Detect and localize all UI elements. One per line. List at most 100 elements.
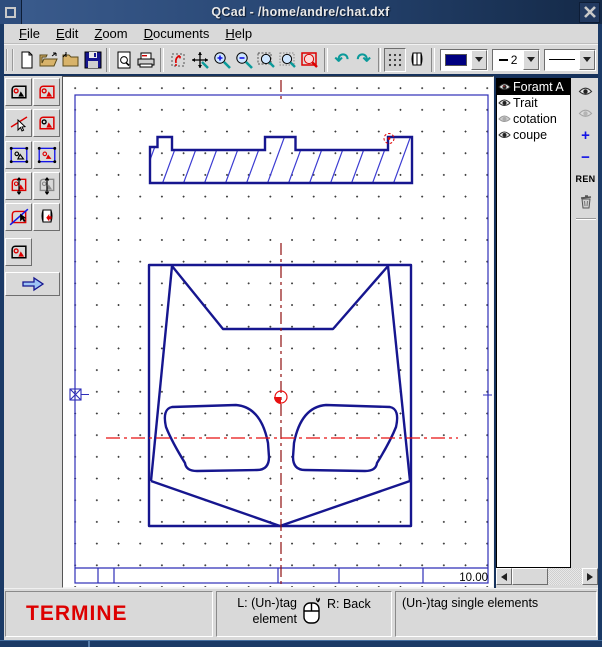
tag-single-icon	[9, 244, 29, 260]
toolbar-handle[interactable]	[6, 49, 14, 71]
print-preview-button[interactable]	[113, 48, 135, 72]
tag-element-button[interactable]	[33, 109, 60, 137]
tag-all-button[interactable]	[33, 78, 60, 106]
eye-closed-icon	[498, 114, 511, 124]
menu-help[interactable]: Help	[222, 24, 265, 43]
chevron-down-icon	[583, 57, 591, 62]
edge-marker-left	[70, 389, 89, 400]
mouse-help-cell: L: (Un-)tag element R: Back	[216, 591, 392, 637]
eye-icon	[578, 86, 593, 97]
open-icon	[39, 51, 59, 69]
pan-icon	[190, 50, 210, 70]
zoom-out-button[interactable]	[233, 48, 255, 72]
layer-row[interactable]: cotation	[497, 111, 570, 127]
color-dropdown-button[interactable]	[471, 50, 487, 70]
mouse-left-help: L: (Un-)tag element	[237, 596, 297, 636]
menu-zoom[interactable]: Zoom	[91, 24, 140, 43]
new-button[interactable]	[16, 48, 38, 72]
zoom-in-icon	[212, 50, 232, 70]
line-width-combobox[interactable]: 2	[492, 49, 540, 71]
window-title: QCad - /home/andre/chat.dxf	[22, 5, 579, 19]
redraw-icon	[169, 51, 187, 69]
tag-layer-button[interactable]	[33, 203, 60, 231]
untag-all-button[interactable]	[5, 78, 32, 106]
invert-tag-icon	[9, 208, 29, 226]
zoom-auto-button[interactable]	[277, 48, 299, 72]
folder-import-button[interactable]	[60, 48, 82, 72]
layer-name: Trait	[513, 96, 538, 110]
pick-element-icon	[9, 114, 29, 132]
zoom-window-icon	[256, 50, 276, 70]
layer-row[interactable]: coupe	[497, 127, 570, 143]
layers-icon	[408, 51, 426, 69]
main-toolbar: ↶ ↷ 2	[4, 44, 598, 74]
width-dropdown-button[interactable]	[523, 50, 539, 70]
scrollbar-track[interactable]	[548, 568, 582, 585]
open-button[interactable]	[38, 48, 60, 72]
layer-name: cotation	[513, 112, 557, 126]
delete-layer-button[interactable]	[576, 192, 596, 210]
layer-row[interactable]: Foramt A	[497, 79, 570, 95]
hide-all-layers-button[interactable]	[576, 104, 596, 122]
pick-element-button[interactable]	[5, 109, 32, 137]
show-all-layers-button[interactable]	[576, 82, 596, 100]
window-border-bottom	[0, 640, 602, 647]
layer-row[interactable]: Trait	[497, 95, 570, 111]
rename-label: REN	[576, 174, 596, 184]
system-menu-icon	[5, 7, 16, 18]
print-button[interactable]	[135, 48, 157, 72]
edge-marker-right	[483, 390, 492, 400]
untag-all-icon	[9, 84, 29, 100]
invert-tag-button[interactable]	[5, 203, 32, 231]
divider	[576, 218, 596, 220]
canvas-grid[interactable]: 10.00	[63, 77, 493, 587]
undo-button[interactable]: ↶	[331, 48, 353, 72]
grid-toggle-button[interactable]	[384, 48, 406, 72]
menu-documents[interactable]: Documents	[141, 24, 223, 43]
untag-window-icon	[37, 146, 57, 164]
undo-icon: ↶	[335, 51, 349, 68]
eye-icon	[498, 98, 511, 108]
mouse-icon	[301, 596, 323, 626]
add-layer-button[interactable]: +	[576, 126, 596, 144]
save-button[interactable]	[82, 48, 104, 72]
tag-window-button[interactable]	[5, 141, 32, 169]
zoom-window-button[interactable]	[255, 48, 277, 72]
layer-list[interactable]: Foramt A Trait cotation coupe	[496, 78, 571, 568]
scroll-right-button[interactable]	[582, 568, 598, 585]
zoom-previous-button[interactable]	[299, 48, 321, 72]
drawing-canvas[interactable]: 10.00	[62, 76, 494, 588]
pan-button[interactable]	[189, 48, 211, 72]
continue-button[interactable]	[5, 272, 60, 296]
eye-icon	[498, 130, 511, 140]
toolbar-separator	[378, 48, 382, 72]
layer-list-scrollbar[interactable]	[496, 568, 598, 585]
close-button[interactable]	[579, 2, 600, 23]
line-style-combobox[interactable]	[544, 49, 596, 71]
remove-layer-button[interactable]: −	[576, 148, 596, 166]
tool-hint-text: (Un-)tag single elements	[402, 596, 538, 610]
zoom-in-button[interactable]	[211, 48, 233, 72]
scroll-left-button[interactable]	[496, 568, 512, 585]
zoom-out-icon	[234, 50, 254, 70]
tag-intersected-button[interactable]	[5, 172, 32, 200]
redraw-button[interactable]	[167, 48, 189, 72]
color-combobox[interactable]	[440, 49, 488, 71]
layer-list-toggle-button[interactable]	[406, 48, 428, 72]
print-preview-icon	[115, 51, 133, 69]
window-border-notch	[88, 641, 90, 647]
layer-panel: Foramt A Trait cotation coupe	[496, 78, 598, 588]
untag-window-button[interactable]	[33, 141, 60, 169]
menu-file[interactable]: File	[16, 24, 53, 43]
rename-layer-button[interactable]: REN	[576, 170, 596, 188]
triangle-left-icon	[501, 573, 507, 581]
tag-window-icon	[9, 146, 29, 164]
system-menu-button[interactable]	[0, 0, 22, 24]
menu-edit[interactable]: Edit	[53, 24, 91, 43]
untag-intersected-button[interactable]	[33, 172, 60, 200]
scrollbar-thumb[interactable]	[512, 568, 548, 585]
tag-single-button[interactable]	[5, 238, 32, 266]
redo-icon: ↷	[357, 51, 371, 68]
redo-button[interactable]: ↷	[353, 48, 375, 72]
style-dropdown-button[interactable]	[579, 50, 595, 70]
